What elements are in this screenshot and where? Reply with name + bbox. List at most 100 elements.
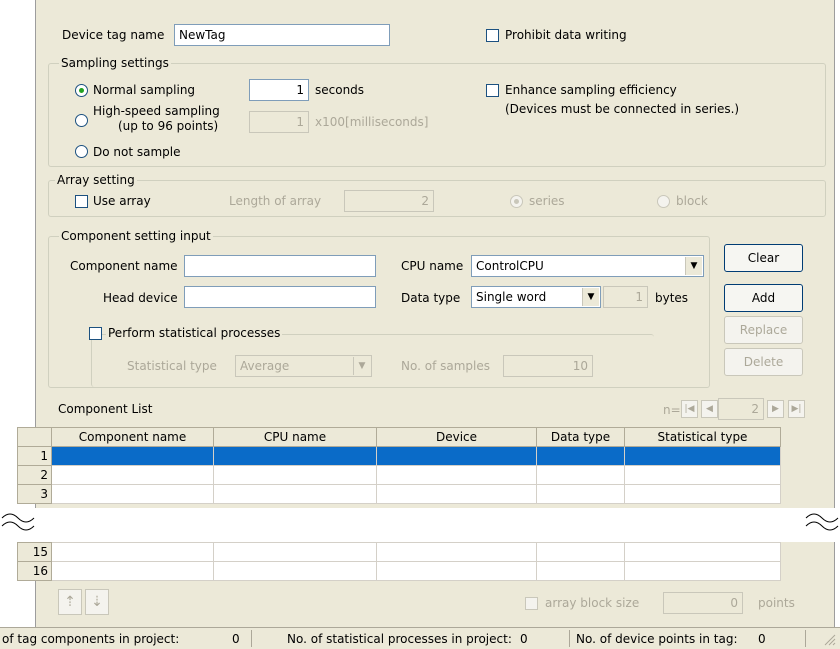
highspeed-sampling-radio[interactable]: [75, 114, 88, 127]
col-header-datatype[interactable]: Data type: [536, 427, 625, 447]
status-device-points-label: No. of device points in tag:: [576, 632, 738, 646]
table-cell[interactable]: [51, 465, 214, 485]
cpu-name-label: CPU name: [401, 259, 464, 273]
table-cell[interactable]: [213, 484, 377, 504]
table-cell[interactable]: [376, 465, 537, 485]
highspeed-sampling-label-2: (up to 96 points): [118, 119, 219, 133]
status-stat-processes-label: No. of statistical processes in project:: [287, 632, 512, 646]
table-cell[interactable]: [213, 465, 377, 485]
device-tag-label: Device tag name: [62, 28, 165, 42]
table-cell[interactable]: [213, 561, 377, 581]
statistical-type-label: Statistical type: [127, 359, 217, 373]
row-number: 1: [17, 446, 52, 466]
status-tag-components-value: 0: [232, 632, 240, 646]
bytes-label: bytes: [655, 291, 689, 305]
move-up-icon[interactable]: ⇡: [58, 589, 82, 615]
table-cell[interactable]: [376, 542, 537, 562]
table-cell[interactable]: [624, 542, 781, 562]
first-page-icon[interactable]: |◀: [681, 400, 698, 418]
highspeed-sampling-input[interactable]: 1: [249, 111, 309, 133]
table-row[interactable]: 2: [17, 465, 781, 485]
samples-input[interactable]: 10: [503, 355, 593, 377]
prev-page-icon[interactable]: ◀: [701, 400, 718, 418]
col-header-stat[interactable]: Statistical type: [624, 427, 781, 447]
table-cell[interactable]: [536, 561, 625, 581]
page-number-input[interactable]: 2: [718, 398, 764, 420]
move-down-icon[interactable]: ⇣: [85, 589, 109, 615]
head-device-label: Head device: [103, 291, 178, 305]
table-cell[interactable]: [624, 561, 781, 581]
col-header-device[interactable]: Device: [376, 427, 537, 447]
table-row[interactable]: 1: [17, 446, 781, 466]
add-button[interactable]: Add: [724, 284, 803, 312]
clear-button[interactable]: Clear: [724, 244, 803, 272]
do-not-sample-radio[interactable]: [75, 145, 88, 158]
table-cell[interactable]: [536, 465, 625, 485]
table-cell[interactable]: [51, 446, 214, 466]
table-cell[interactable]: [51, 542, 214, 562]
array-block-size-checkbox[interactable]: [525, 597, 538, 610]
next-page-icon[interactable]: ▶: [767, 400, 784, 418]
statistical-type-value: Average: [240, 359, 290, 373]
table-row[interactable]: 16: [17, 561, 781, 581]
component-name-label: Component name: [70, 259, 178, 273]
chevron-down-icon[interactable]: ▼: [582, 288, 599, 306]
resize-grip-icon[interactable]: [822, 632, 836, 646]
replace-button[interactable]: Replace: [724, 316, 803, 344]
enhance-sampling-label: Enhance sampling efficiency: [505, 83, 677, 97]
col-header-cpu[interactable]: CPU name: [213, 427, 377, 447]
statistical-checkbox[interactable]: [89, 327, 102, 340]
table-cell[interactable]: [536, 542, 625, 562]
table-cell[interactable]: [624, 465, 781, 485]
array-block-label: block: [676, 194, 708, 208]
col-header-component[interactable]: Component name: [51, 427, 214, 447]
delete-button[interactable]: Delete: [724, 348, 803, 376]
table-cell[interactable]: [536, 484, 625, 504]
table-cell[interactable]: [536, 446, 625, 466]
row-number: 2: [17, 465, 52, 485]
data-type-value: Single word: [476, 290, 547, 304]
cpu-name-value: ControlCPU: [476, 259, 544, 273]
table-header-row: Component name CPU name Device Data type…: [17, 427, 781, 447]
n-label: n=: [663, 403, 681, 417]
table-cell[interactable]: [376, 484, 537, 504]
normal-sampling-radio[interactable]: [75, 84, 88, 97]
table-cell[interactable]: [624, 446, 781, 466]
array-series-radio[interactable]: [510, 195, 523, 208]
device-tag-input[interactable]: NewTag: [174, 24, 390, 46]
status-stat-processes-value: 0: [520, 632, 528, 646]
array-block-radio[interactable]: [657, 195, 670, 208]
table-cell[interactable]: [624, 484, 781, 504]
use-array-label: Use array: [93, 194, 151, 208]
chevron-down-icon[interactable]: ▼: [685, 257, 702, 275]
cpu-name-select[interactable]: ControlCPU ▼: [471, 255, 704, 277]
table-cell[interactable]: [376, 561, 537, 581]
status-bar: of tag components in project: 0 No. of s…: [0, 627, 840, 649]
table-cell[interactable]: [51, 484, 214, 504]
array-length-input[interactable]: 2: [344, 190, 434, 212]
head-device-input[interactable]: [184, 286, 376, 308]
component-name-input[interactable]: [184, 255, 376, 277]
table-row[interactable]: 3: [17, 484, 781, 504]
prohibit-writing-checkbox[interactable]: [486, 29, 499, 42]
data-type-select[interactable]: Single word ▼: [471, 286, 601, 308]
use-array-checkbox[interactable]: [75, 195, 88, 208]
chevron-down-icon[interactable]: ▼: [353, 357, 370, 375]
enhance-sampling-checkbox[interactable]: [486, 84, 499, 97]
normal-sampling-input[interactable]: 1: [249, 79, 309, 101]
statistical-checkbox-label: Perform statistical processes: [106, 326, 283, 340]
statistical-type-select[interactable]: Average ▼: [235, 355, 372, 377]
array-setting-legend: Array setting: [55, 173, 137, 187]
array-block-size-input[interactable]: 0: [663, 592, 743, 614]
bytes-input[interactable]: 1: [603, 286, 648, 308]
table-cell[interactable]: [376, 446, 537, 466]
last-page-icon[interactable]: ▶|: [788, 400, 805, 418]
table-row[interactable]: 15: [17, 542, 781, 562]
sampling-settings-legend: Sampling settings: [59, 56, 171, 70]
table-cell[interactable]: [213, 542, 377, 562]
wave-break-icon: [1, 513, 839, 531]
radio-dot-icon: [79, 88, 84, 93]
highspeed-sampling-label: High-speed sampling: [93, 104, 220, 118]
table-cell[interactable]: [213, 446, 377, 466]
table-cell[interactable]: [51, 561, 214, 581]
